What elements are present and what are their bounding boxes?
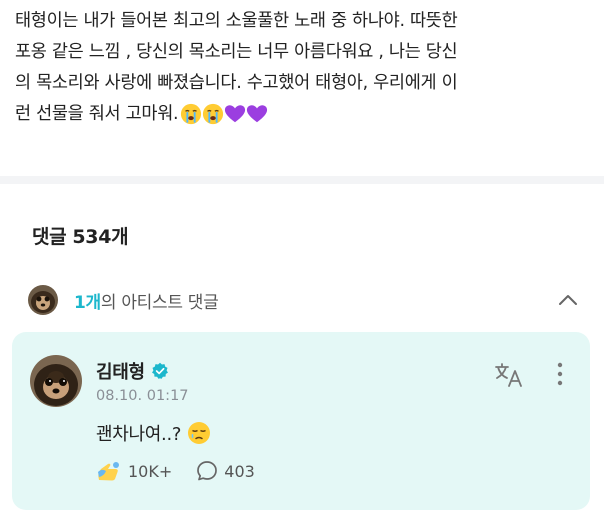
crying-face-emoji-icon	[203, 103, 224, 125]
like-count: 10K+	[128, 461, 173, 481]
like-button[interactable]: 10K+	[96, 460, 172, 482]
artist-comments-label: 1개의 아티스트 댓글	[74, 288, 219, 313]
chevron-up-icon[interactable]	[556, 288, 580, 312]
section-divider	[0, 176, 604, 184]
emoji-row	[180, 103, 268, 125]
post-body: 태형이는 내가 들어본 최고의 소울풀한 노래 중 하나야. 따뜻한 포옹 같은…	[15, 6, 595, 130]
artist-comment-card: 김태형 08.10. 01:17 괜차나여..? 10K+ 403	[12, 332, 590, 510]
author-row: 김태형	[96, 358, 169, 384]
comment-label: 댓글	[32, 226, 67, 248]
comment-bubble-icon	[197, 461, 218, 481]
translate-icon[interactable]	[494, 362, 524, 388]
post-line: 태형이는 내가 들어본 최고의 소울풀한 노래 중 하나야. 따뜻한	[15, 11, 458, 31]
more-options-icon[interactable]	[554, 360, 566, 388]
artist-comment-text: 의 아티스트 댓글	[100, 292, 219, 313]
comment-count-heading: 댓글 534개	[32, 222, 129, 249]
post-line: 포옹 같은 느낌 , 당신의 목소리는 너무 아름다워요 , 나는 당신	[15, 42, 458, 62]
artist-comment-count: 1개	[74, 292, 101, 313]
post-line: 런 선물을 줘서 고마워.	[15, 104, 179, 124]
verified-badge-icon	[151, 362, 168, 379]
artist-mini-avatar	[28, 285, 58, 315]
comment-timestamp: 08.10. 01:17	[96, 388, 189, 404]
avatar[interactable]	[30, 355, 82, 407]
crying-face-emoji-icon	[181, 103, 202, 125]
comment-body: 괜차나여..?	[96, 420, 211, 446]
author-name[interactable]: 김태형	[96, 358, 145, 384]
purple-heart-emoji-icon	[247, 105, 268, 123]
reply-count: 403	[224, 461, 255, 481]
comment-count: 534개	[72, 226, 129, 248]
comment-actions: 10K+ 403	[96, 460, 255, 482]
purple-heart-emoji-icon	[225, 105, 246, 123]
like-icon	[98, 462, 119, 481]
comment-text: 괜차나여..?	[96, 424, 182, 445]
sleepy-face-emoji-icon	[188, 422, 211, 444]
post-line: 의 목소리와 사랑에 빠졌습니다. 수고했어 태형아, 우리에게 이	[15, 73, 458, 93]
artist-comments-toggle[interactable]: 1개의 아티스트 댓글	[28, 283, 580, 317]
reply-button[interactable]: 403	[196, 460, 255, 482]
post-line-last: 런 선물을 줘서 고마워.	[15, 99, 595, 130]
